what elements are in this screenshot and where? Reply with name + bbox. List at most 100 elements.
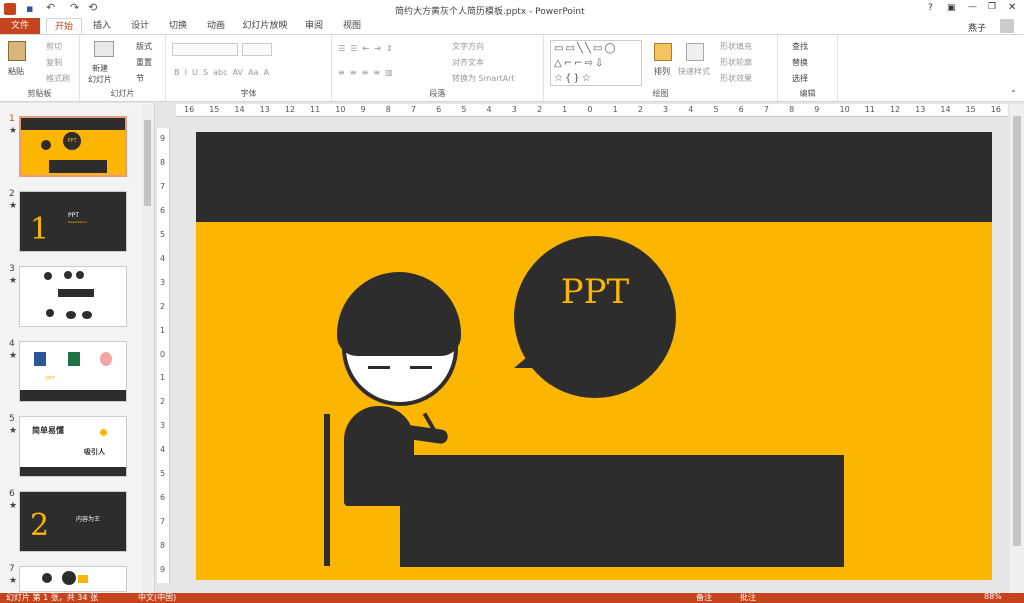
- thumb-subtitle: Presentation: [68, 220, 87, 224]
- thumbnails-scrollbar[interactable]: [142, 104, 153, 592]
- tab-file[interactable]: 文件: [0, 18, 40, 34]
- tab-view[interactable]: 视图: [334, 18, 370, 34]
- section-button[interactable]: 节: [136, 73, 144, 84]
- tab-insert[interactable]: 插入: [84, 18, 120, 34]
- drawing-group-label: 绘图: [652, 89, 669, 98]
- notes-button[interactable]: 备注: [696, 592, 712, 603]
- ruler-tick-label: 11: [310, 105, 321, 114]
- restore-button[interactable]: ❐: [988, 2, 996, 12]
- align-buttons[interactable]: ≡ ≡ ≡ ≡ ▥: [338, 68, 393, 77]
- editing-group: 查找 替换 选择 编辑: [778, 35, 838, 101]
- ruler-tick-label: 7: [763, 105, 769, 114]
- new-slide-button[interactable]: 新建 幻灯片: [88, 63, 112, 85]
- font-name-select[interactable]: [172, 43, 238, 56]
- smartart-button[interactable]: 转换为 SmartArt: [452, 73, 515, 84]
- thumb-title: 内容为王: [76, 516, 101, 523]
- text-direction-button[interactable]: 文字方向: [452, 41, 484, 52]
- current-slide[interactable]: PPT: [196, 132, 992, 580]
- thumbnails-scroll-thumb[interactable]: [144, 120, 151, 206]
- tab-slideshow[interactable]: 幻灯片放映: [236, 18, 294, 34]
- ruler-tick-label: 11: [864, 105, 875, 114]
- excel-icon: [68, 352, 80, 366]
- ruler-tick-label: 6: [738, 105, 744, 114]
- tab-review[interactable]: 审阅: [296, 18, 332, 34]
- thumb-number: 7: [9, 564, 15, 574]
- redo-icon[interactable]: ↷: [70, 1, 79, 14]
- shape-effects-button[interactable]: 形状效果: [720, 73, 752, 84]
- ruler-tick-label: 16: [184, 105, 195, 114]
- speech-bubble[interactable]: [514, 236, 676, 398]
- thumb-star-icon: ★: [9, 351, 18, 361]
- thumbnail-slide-7[interactable]: [19, 566, 127, 592]
- paste-button[interactable]: 粘贴: [8, 66, 24, 77]
- powerpoint-logo-icon: [4, 3, 16, 15]
- ribbon: 粘贴 剪切 复制 格式刷 剪贴板 新建 幻灯片 版式 重置 节 幻灯片 B I …: [0, 34, 1024, 102]
- thumbnail-slide-5[interactable]: 简单易懂 吸引人: [19, 416, 127, 477]
- start-slideshow-icon[interactable]: ⟲: [88, 1, 97, 14]
- tab-transitions[interactable]: 切换: [160, 18, 196, 34]
- shape-fill-button[interactable]: 形状填充: [720, 41, 752, 52]
- character-eye-right: [410, 366, 432, 369]
- tab-design[interactable]: 设计: [122, 18, 158, 34]
- find-button[interactable]: 查找: [792, 41, 808, 52]
- slides-group: 新建 幻灯片 版式 重置 节 幻灯片: [80, 35, 166, 101]
- quick-styles-button[interactable]: 快速样式: [678, 66, 710, 77]
- avatar[interactable]: [1000, 19, 1014, 33]
- font-size-select[interactable]: [242, 43, 272, 56]
- tab-home[interactable]: 开始: [46, 18, 82, 34]
- font-format-buttons[interactable]: B I U S abc AV Aa A: [174, 68, 269, 77]
- list-buttons[interactable]: ☰ ☰ ⇤ ⇥ ↕: [338, 44, 393, 53]
- save-icon[interactable]: ▪: [26, 2, 33, 15]
- tab-animations[interactable]: 动画: [198, 18, 234, 34]
- ribbon-display-button[interactable]: ▣: [947, 3, 956, 13]
- editor-scrollbar[interactable]: [1010, 104, 1024, 593]
- reset-button[interactable]: 重置: [136, 57, 152, 68]
- replace-button[interactable]: 替换: [792, 57, 808, 68]
- help-button[interactable]: ?: [928, 3, 933, 13]
- thumbnail-slide-1[interactable]: PPT: [19, 116, 127, 177]
- editor-scroll-thumb[interactable]: [1013, 116, 1021, 546]
- comments-button[interactable]: 批注: [740, 592, 756, 603]
- ruler-tick-label: 16: [990, 105, 1001, 114]
- thumbnail-slide-6[interactable]: 2 内容为王: [19, 491, 127, 552]
- format-painter-button[interactable]: 格式刷: [46, 73, 70, 84]
- cut-button[interactable]: 剪切: [46, 41, 62, 52]
- ruler-tick-label: 10: [335, 105, 346, 114]
- thumb-number: 2: [9, 189, 15, 199]
- thumb-star-icon: ★: [9, 501, 18, 511]
- thumbnail-slide-3[interactable]: [19, 266, 127, 327]
- ruler-tick-label: 14: [940, 105, 951, 114]
- close-button[interactable]: ✕: [1008, 2, 1016, 13]
- shapes-gallery[interactable]: ▭▭╲╲▭◯ △⌐⌐⇨⇩ ☆{}☆: [550, 40, 642, 86]
- ruler-tick-label: 12: [889, 105, 901, 114]
- minimize-button[interactable]: —: [968, 2, 977, 12]
- ruler-tick-label: 7: [160, 181, 166, 191]
- ruler-tick-label: 6: [160, 205, 166, 215]
- align-text-button[interactable]: 对齐文本: [452, 57, 484, 68]
- ruler-tick-label: 6: [436, 105, 442, 114]
- speech-bubble-tail: [514, 346, 540, 368]
- word-icon: [34, 352, 46, 366]
- copy-button[interactable]: 复制: [46, 57, 62, 68]
- language-status[interactable]: 中文(中国): [138, 592, 176, 603]
- zoom-level[interactable]: 88%: [984, 592, 1002, 601]
- slide-thumbnails-pane: 1 ★ PPT 2 ★ 1 PPT Presentation 3 ★ 4 ★ P…: [0, 103, 155, 593]
- thumb-title: PPT: [68, 212, 79, 219]
- ruler-tick-label: 3: [160, 277, 166, 287]
- character-hair: [337, 272, 461, 356]
- font-group-label: 字体: [240, 89, 257, 98]
- thumbnail-slide-2[interactable]: 1 PPT Presentation: [19, 191, 127, 252]
- ruler-tick-label: 7: [160, 517, 166, 527]
- shape-outline-button[interactable]: 形状轮廓: [720, 57, 752, 68]
- select-button[interactable]: 选择: [792, 73, 808, 84]
- undo-icon[interactable]: ↶: [46, 1, 55, 14]
- ruler-tick-label: 15: [965, 105, 976, 114]
- collapse-ribbon-icon[interactable]: ⌃: [1010, 89, 1017, 98]
- ruler-tick-label: 4: [160, 253, 166, 263]
- arrange-button[interactable]: 排列: [654, 66, 670, 77]
- layout-button[interactable]: 版式: [136, 41, 152, 52]
- drawing-group: ▭▭╲╲▭◯ △⌐⌐⇨⇩ ☆{}☆ 排列 快速样式 形状填充 形状轮廓 形状效果 绘…: [544, 35, 778, 101]
- ruler-tick-label: 14: [234, 105, 245, 114]
- user-name[interactable]: 燕子: [968, 21, 986, 34]
- thumbnail-slide-4[interactable]: PPT: [19, 341, 127, 402]
